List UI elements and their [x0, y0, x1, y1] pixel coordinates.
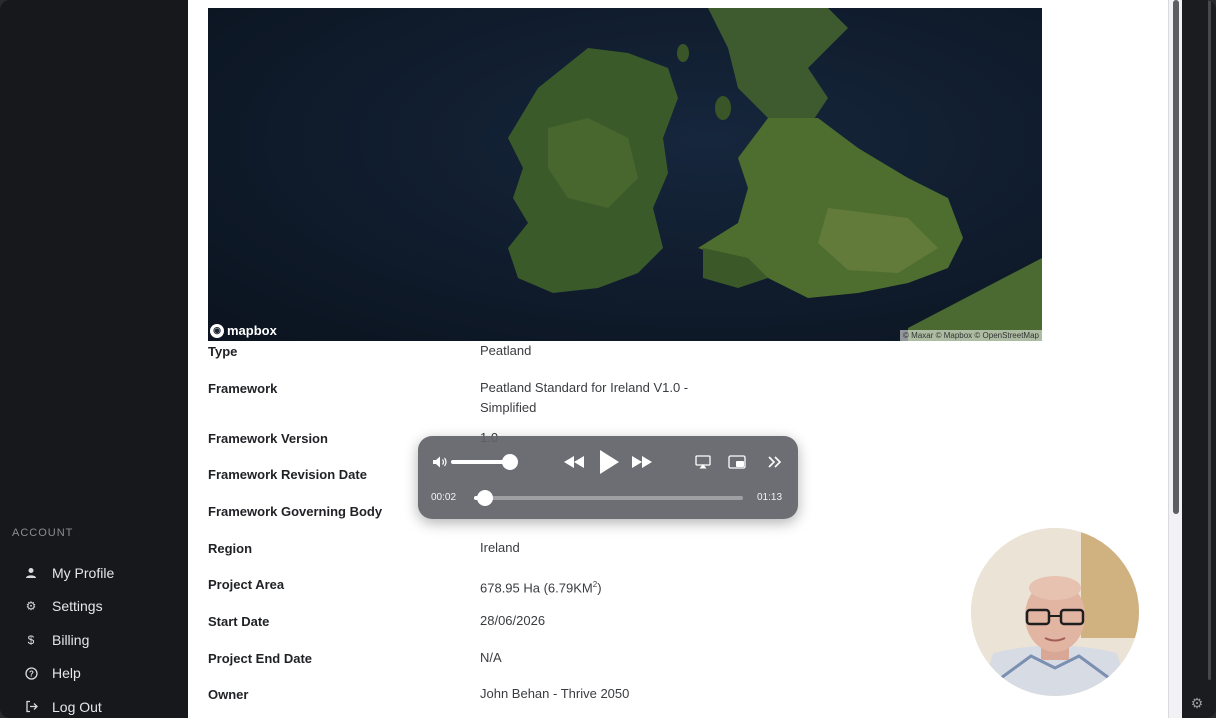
detail-label-owner: Owner — [208, 687, 249, 702]
detail-label-framework: Framework — [208, 381, 278, 396]
detail-value-type: Peatland — [480, 343, 532, 358]
sidebar: ACCOUNT My Profile ⚙ Settings $ Billing … — [0, 0, 188, 718]
duration-time: 01:13 — [757, 492, 783, 503]
sidebar-item-my-profile[interactable]: My Profile — [22, 556, 114, 590]
detail-label-start-date: Start Date — [208, 614, 270, 629]
detail-value-framework: Peatland Standard for Ireland V1.0 - Sim… — [480, 380, 689, 415]
volume-slider-handle[interactable] — [502, 454, 518, 470]
mapbox-icon: ◉ — [210, 323, 224, 338]
play-icon[interactable] — [596, 448, 622, 476]
gear-icon: ⚙ — [25, 599, 37, 614]
sidebar-item-billing[interactable]: $ Billing — [22, 623, 114, 657]
detail-label-project-area: Project Area — [208, 577, 285, 592]
detail-label-framework-revision-date: Framework Revision Date — [208, 467, 367, 482]
scrollbar-thumb[interactable] — [1173, 0, 1179, 514]
airplay-icon[interactable] — [694, 454, 712, 470]
detail-value-owner: John Behan - Thrive 2050 — [480, 686, 630, 701]
detail-value-project-area: 678.95 Ha (6.79KM2) — [480, 580, 602, 596]
sidebar-item-label: Settings — [52, 598, 103, 615]
logout-icon — [22, 698, 40, 716]
detail-label-project-end-date: Project End Date — [208, 651, 313, 666]
svg-text:?: ? — [29, 669, 34, 678]
right-panel-scrollbar[interactable] — [1208, 0, 1211, 680]
volume-icon[interactable] — [431, 454, 449, 470]
satellite-imagery — [208, 8, 1042, 341]
detail-label-region: Region — [208, 541, 253, 556]
picture-in-picture-icon[interactable] — [727, 453, 747, 471]
detail-label-framework-governing-body: Framework Governing Body — [208, 504, 383, 519]
map-attribution[interactable]: © Maxar © Mapbox © OpenStreetMap — [900, 330, 1042, 341]
detail-label-type: Type — [208, 344, 238, 359]
fast-forward-icon[interactable] — [631, 454, 653, 470]
sidebar-item-help[interactable]: ? Help — [22, 657, 114, 691]
app-window: ACCOUNT My Profile ⚙ Settings $ Billing … — [0, 0, 1216, 718]
account-menu: My Profile ⚙ Settings $ Billing ? Help L… — [22, 556, 114, 718]
detail-value-start-date: 28/06/2026 — [480, 613, 546, 628]
current-time: 00:02 — [431, 492, 457, 503]
help-icon: ? — [22, 664, 40, 682]
account-section-label: ACCOUNT — [12, 527, 74, 539]
user-icon — [22, 564, 40, 582]
sidebar-item-label: My Profile — [52, 564, 115, 581]
webcam-overlay[interactable] — [971, 528, 1139, 696]
sidebar-item-label: Log Out — [52, 698, 102, 715]
progress-track[interactable] — [474, 496, 743, 500]
detail-value-region: Ireland — [480, 540, 520, 555]
project-map[interactable]: ◉ mapbox © Maxar © Mapbox © OpenStreetMa… — [208, 8, 1042, 341]
sidebar-item-label: Billing — [52, 631, 90, 648]
detail-label-framework-version: Framework Version — [208, 431, 328, 446]
sidebar-item-log-out[interactable]: Log Out — [22, 690, 114, 718]
vertical-scrollbar[interactable] — [1168, 0, 1183, 718]
rewind-icon[interactable] — [563, 454, 585, 470]
webcam-person-image — [971, 528, 1139, 696]
video-player-controls: 00:02 01:13 — [418, 436, 798, 519]
mapbox-logo[interactable]: ◉ mapbox — [210, 323, 277, 338]
more-options-icon[interactable] — [766, 453, 784, 471]
sidebar-item-label: Help — [52, 665, 81, 682]
sidebar-item-settings[interactable]: ⚙ Settings — [22, 590, 114, 624]
detail-value-project-end-date: N/A — [480, 650, 502, 665]
progress-scrubber-handle[interactable] — [477, 490, 494, 506]
settings-gear-icon[interactable]: ⚙ — [1188, 694, 1206, 712]
dollar-icon: $ — [27, 632, 35, 647]
